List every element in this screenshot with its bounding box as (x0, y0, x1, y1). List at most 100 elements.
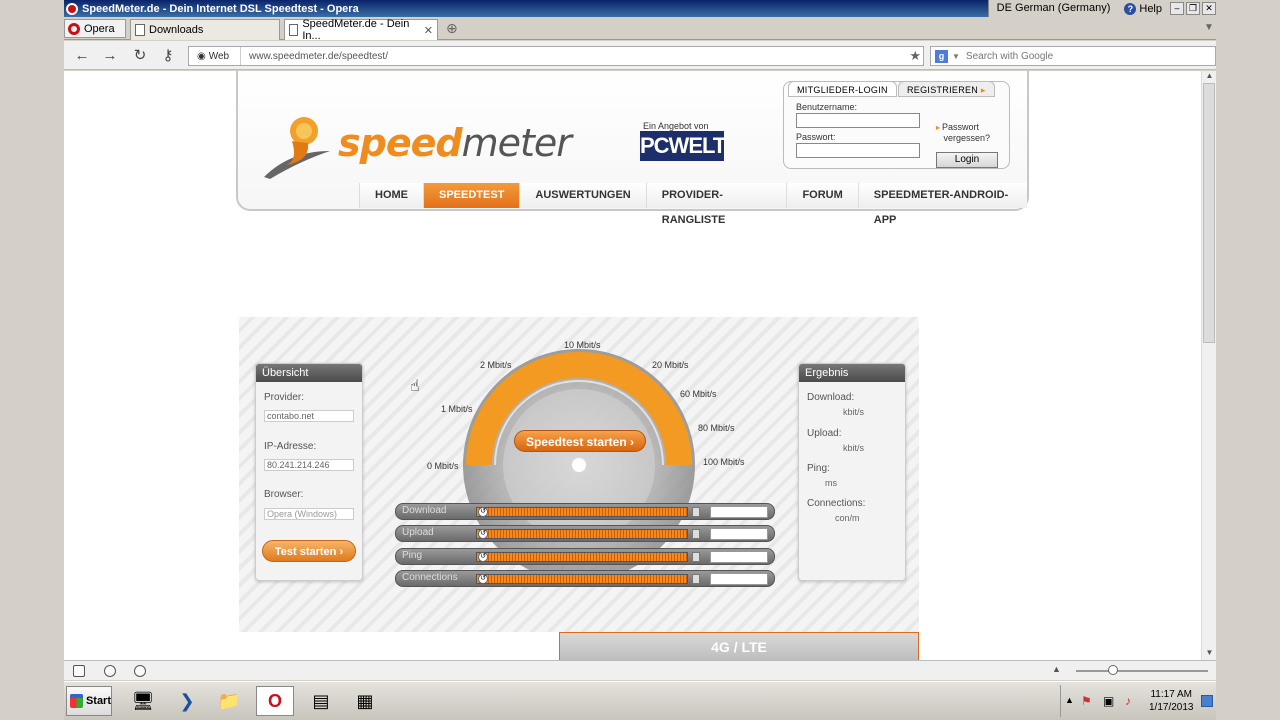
speedmeter-logo-text[interactable]: speedmeter (338, 121, 572, 165)
window-title-bar: SpeedMeter.de - Dein Internet DSL Speedt… (64, 0, 1216, 17)
scrollbar-thumb[interactable] (1203, 83, 1215, 343)
tray-display-icon[interactable]: ▣ (1103, 694, 1114, 708)
new-tab-icon[interactable]: ⊕ (446, 20, 458, 37)
tab-register[interactable]: REGISTRIEREN ▸ (898, 81, 995, 97)
test-starten-label: Test starten (274, 546, 337, 558)
start-button[interactable]: Start (66, 686, 112, 716)
tab-speedmeter[interactable]: SpeedMeter.de - Dein In... ✕ (284, 18, 438, 42)
terminal-icon[interactable]: ▤ (302, 686, 340, 716)
turbo-icon[interactable] (134, 665, 146, 677)
minimize-button[interactable]: – (1170, 2, 1184, 15)
globe-icon: ◉ (197, 50, 206, 62)
powershell-icon[interactable]: ❯ (168, 686, 206, 716)
opera-taskbar-icon[interactable]: O (256, 686, 294, 716)
bar-end-icon (692, 574, 700, 584)
show-desktop-icon[interactable] (1201, 695, 1213, 707)
clock-time: 11:17 AM (1150, 689, 1192, 700)
page-viewport[interactable]: speedmeter Ein Angebot von PCWELT MITGLI… (64, 71, 1201, 660)
zoom-slider-handle[interactable] (1108, 665, 1118, 675)
ip-label: IP-Adresse: (264, 441, 317, 452)
search-placeholder: Search with Google (965, 50, 1054, 62)
address-bar[interactable]: ◉ Web www.speedmeter.de/speedtest/ ★ (188, 46, 924, 66)
bar-end-icon (692, 507, 700, 517)
login-button[interactable]: Login (936, 152, 998, 168)
google-icon[interactable]: g (935, 49, 948, 63)
password-field[interactable] (796, 143, 920, 158)
pcwelt-logo[interactable]: PCWELT (640, 131, 726, 161)
panel-toggle-icon[interactable] (73, 665, 85, 677)
scroll-down-icon[interactable]: ▼ (1202, 648, 1217, 660)
browser-label: Browser: (264, 489, 304, 500)
forward-icon[interactable]: → (100, 46, 120, 66)
ping-bar: Ping ↺ (395, 548, 775, 565)
bar-knob-icon: ↺ (478, 552, 488, 562)
download-bar-label: Download (402, 505, 447, 516)
tab-members-login[interactable]: MITGLIEDER-LOGIN (788, 81, 897, 97)
tab-label: SpeedMeter.de - Dein In... (302, 18, 410, 42)
zoom-slider[interactable] (1076, 665, 1208, 675)
opera-menu-label: Opera (84, 22, 115, 35)
tray-expand-icon[interactable]: ▲ (1065, 695, 1074, 705)
language-indicator[interactable]: DE German (Germany) (987, 0, 1119, 17)
upload-value-field (710, 528, 768, 540)
download-value-field (710, 506, 768, 518)
gauge-label-1: 1 Mbit/s (441, 404, 473, 414)
ping-value-field (710, 551, 768, 563)
url-text[interactable]: www.speedmeter.de/speedtest/ (241, 51, 388, 62)
lte-banner[interactable]: 4G / LTE (559, 632, 919, 660)
tab-downloads[interactable]: Downloads (130, 19, 280, 40)
login-box: MITGLIEDER-LOGIN REGISTRIEREN ▸ Benutzer… (783, 81, 1010, 169)
hand-cursor-icon: ☝ (410, 378, 420, 395)
cloud-icon[interactable] (104, 665, 116, 677)
reload-icon[interactable]: ↻ (130, 46, 150, 66)
forgot-line2: vergessen? (943, 133, 991, 143)
speedmeter-logo-icon (264, 117, 330, 179)
zoom-up-icon[interactable]: ▲ (1052, 664, 1061, 674)
menu-speedtest[interactable]: SPEEDTEST (423, 183, 520, 208)
scroll-up-icon[interactable]: ▲ (1202, 71, 1217, 83)
result-title: Ergebnis (799, 364, 905, 382)
tray-sound-icon[interactable]: ♪ (1125, 694, 1131, 708)
logo-meter: meter (461, 121, 572, 165)
search-engine-chevron-icon[interactable]: ▼ (952, 52, 960, 61)
restore-button[interactable]: ❐ (1186, 2, 1200, 15)
bookmark-star-icon[interactable]: ★ (909, 48, 921, 64)
back-icon[interactable]: ← (72, 46, 92, 66)
server-manager-icon[interactable]: 🖥 (124, 686, 162, 716)
menu-provider-rangliste[interactable]: PROVIDER-RANGLISTE (645, 183, 787, 226)
close-button[interactable]: ✕ (1202, 2, 1216, 15)
network-app-icon[interactable]: ▦ (346, 686, 384, 716)
gauge-label-2: 2 Mbit/s (480, 360, 512, 370)
gauge-label-60: 60 Mbit/s (680, 389, 717, 399)
key-icon[interactable]: ⚷ (158, 46, 178, 66)
menu-forum[interactable]: FORUM (786, 183, 858, 208)
gauge-label-0: 0 Mbit/s (427, 461, 459, 471)
start-label: Start (85, 695, 111, 707)
web-badge[interactable]: ◉ Web (189, 47, 241, 65)
clock[interactable]: 11:17 AM 1/17/2013 (1149, 688, 1194, 714)
username-field[interactable] (796, 113, 920, 128)
vertical-scrollbar[interactable]: ▲ ▼ (1201, 71, 1216, 660)
forgot-line1: Passwort (942, 122, 980, 132)
windows-flag-icon (70, 694, 83, 708)
test-starten-button[interactable]: Test starten › (262, 540, 356, 562)
gauge-label-80: 80 Mbit/s (698, 423, 735, 433)
system-tray: ▲ ⚑ ▣ ♪ 11:17 AM 1/17/2013 (1060, 685, 1214, 717)
navigation-bar: ← → ↻ ⚷ ◉ Web www.speedmeter.de/speedtest… (64, 41, 1216, 70)
menu-home[interactable]: HOME (359, 183, 423, 208)
search-input[interactable]: g ▼ Search with Google (930, 46, 1216, 66)
downloads-icon (135, 24, 145, 36)
opera-icon (66, 2, 78, 15)
speedtest-starten-button[interactable]: Speedtest starten › (514, 430, 646, 452)
opera-menu-button[interactable]: Opera (64, 19, 126, 38)
tray-network-icon[interactable]: ⚑ (1081, 694, 1092, 708)
menu-auswertungen[interactable]: AUSWERTUNGEN (519, 183, 646, 208)
forgot-password-link[interactable]: ▸ Passwort vergessen? (936, 122, 990, 143)
explorer-folder-icon[interactable]: 📁 (210, 686, 248, 716)
tab-menu-chevron-icon[interactable]: ▼ (1204, 22, 1214, 33)
menu-android-app[interactable]: SPEEDMETER-ANDROID-APP (857, 183, 1027, 226)
result-connections-label: Connections: (807, 498, 866, 509)
help-button[interactable]: ? Help (1118, 0, 1168, 17)
tab-close-icon[interactable]: ✕ (424, 24, 433, 37)
username-label: Benutzername: (796, 102, 858, 112)
